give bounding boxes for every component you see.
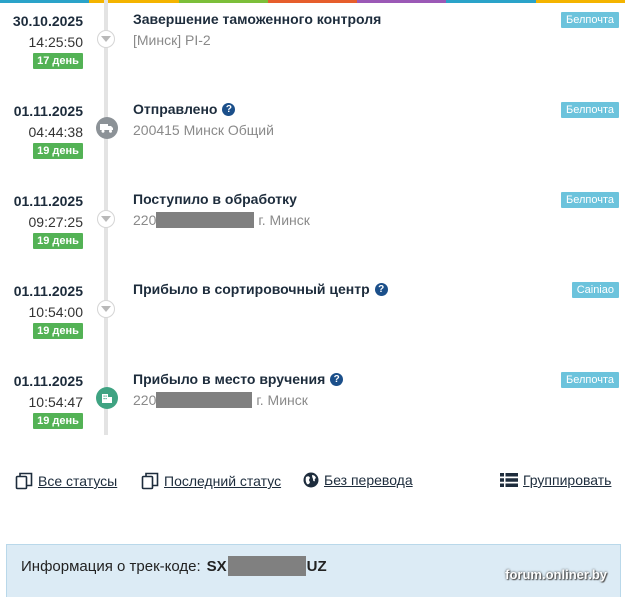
chevron-down-icon[interactable]	[97, 300, 115, 318]
tracking-event: 01.11.2025 10:54:47 19 день Прибыло в ме…	[0, 360, 625, 450]
event-location: [Минск] PI-2	[133, 32, 211, 48]
carrier-badge: Cainiao	[571, 282, 619, 298]
chevron-down-icon[interactable]	[97, 210, 115, 228]
event-date: 01.11.2025	[13, 373, 83, 389]
event-title: Прибыло в место вручения?	[133, 371, 344, 387]
redacted-block	[156, 212, 255, 228]
last-status-button[interactable]: Последний статус	[141, 472, 281, 490]
event-location: 220 г. Минск	[133, 212, 310, 228]
watermark: forum.onliner.by	[505, 567, 607, 582]
all-statuses-button[interactable]: Все статусы	[15, 472, 117, 490]
help-icon[interactable]: ?	[222, 102, 236, 116]
event-title: Завершение таможенного контроля	[133, 11, 382, 27]
copy-icon	[15, 472, 33, 490]
event-time: 09:27:25	[28, 214, 84, 230]
carrier-badge: Белпочта	[561, 192, 619, 208]
event-time: 14:25:50	[28, 34, 84, 50]
event-date: 01.11.2025	[13, 193, 83, 209]
help-icon[interactable]: ?	[330, 372, 344, 386]
track-info-label: Информация о трек-коде:	[21, 557, 201, 575]
carrier-badge: Белпочта	[561, 102, 619, 118]
chevron-down-icon[interactable]	[97, 30, 115, 48]
building-icon	[96, 387, 118, 409]
redacted-block	[156, 392, 253, 408]
event-time: 10:54:47	[28, 394, 84, 410]
globe-icon	[303, 472, 319, 488]
event-date: 01.11.2025	[13, 103, 83, 119]
no-translation-button[interactable]: Без перевода	[303, 472, 413, 488]
truck-icon	[96, 117, 118, 139]
day-badge: 17 день	[33, 53, 83, 69]
tracking-event: 30.10.2025 14:25:50 17 день Завершение т…	[0, 0, 625, 90]
day-badge: 19 день	[33, 143, 83, 159]
event-date: 01.11.2025	[13, 283, 83, 299]
day-badge: 19 день	[33, 233, 83, 249]
day-badge: 19 день	[33, 413, 83, 429]
event-time: 10:54:00	[28, 304, 84, 320]
event-title: Отправлено?	[133, 101, 236, 117]
event-title: Поступило в обработку	[133, 191, 297, 207]
track-info-header: Информация о трек-коде: SX UZ	[21, 556, 327, 576]
event-location: 220 г. Минск	[133, 392, 308, 408]
carrier-badge: Белпочта	[561, 12, 619, 28]
track-code: SX UZ	[206, 556, 327, 576]
tracking-event: 01.11.2025 09:27:25 19 день Поступило в …	[0, 180, 625, 270]
event-title: Прибыло в сортировочный центр?	[133, 281, 388, 297]
copy-icon	[141, 472, 159, 490]
group-button[interactable]: Группировать	[500, 472, 611, 488]
redacted-block	[227, 556, 306, 576]
event-location: 200415 Минск Общий	[133, 122, 274, 138]
tracking-event: 01.11.2025 10:54:00 19 день Прибыло в со…	[0, 270, 625, 360]
actions-bar: Все статусы Последний статус Без перевод…	[0, 472, 625, 496]
event-date: 30.10.2025	[12, 13, 83, 29]
event-time: 04:44:38	[28, 124, 84, 140]
tracking-event: 01.11.2025 04:44:38 19 день Отправлено? …	[0, 90, 625, 180]
day-badge: 19 день	[33, 323, 83, 339]
help-icon[interactable]: ?	[374, 282, 388, 296]
carrier-badge: Белпочта	[561, 372, 619, 388]
list-icon	[500, 473, 518, 487]
